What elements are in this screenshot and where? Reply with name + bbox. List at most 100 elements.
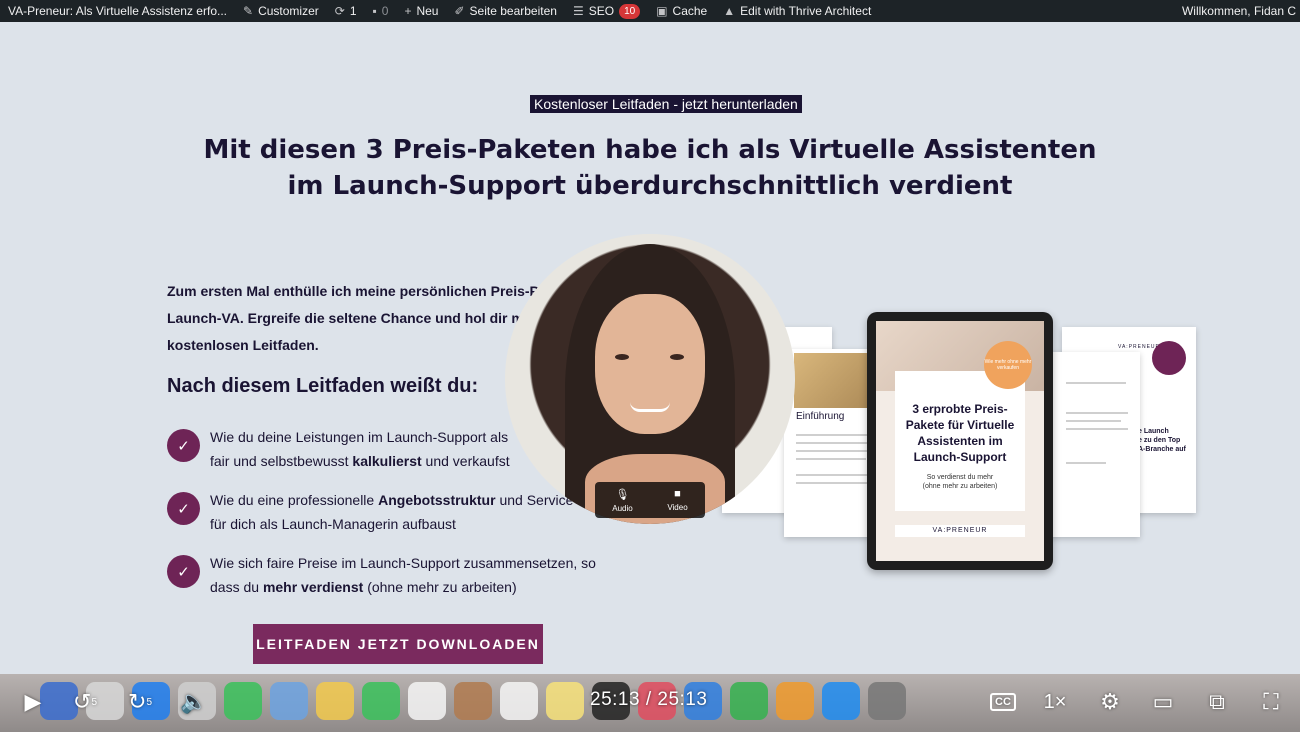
updates-link[interactable]: ⟳ 1 [327,0,365,22]
benefit-line: Wie sich faire Preise im Launch-Support … [210,555,596,571]
benefit-text: Wie sich faire Preise im Launch-Support … [210,551,596,599]
text-line [1066,428,1128,430]
theater-icon: ▭ [1152,689,1174,714]
theater-mode-button[interactable]: ▭ [1148,685,1178,719]
settings-button[interactable]: ⚙ [1096,685,1124,719]
benefit-span: Wie du eine professionelle [210,492,379,508]
webcam-controls: 🎙 Audio ■ Video [595,482,705,518]
plus-icon: + [404,4,412,18]
download-button[interactable]: LEITFADEN JETZT DOWNLOADEN [253,624,543,664]
seo-link[interactable]: ☰ SEO 10 [565,0,648,22]
promo-line: A-Branche auf [1138,446,1186,453]
volume-button[interactable]: 🔈 [178,685,210,719]
check-icon: ✓ [167,492,200,525]
rewind-seconds: 5 [91,696,97,708]
benefit-line: dass du mehr verdienst (ohne mehr zu arb… [210,575,596,599]
round-badge [1152,341,1186,375]
webcam-eye [670,354,684,360]
benefit-text: Wie du deine Leistungen im Launch-Suppor… [210,425,510,473]
cover-subtitle-line: (ohne mehr zu arbeiten) [922,483,998,490]
comment-icon: ▪ [372,4,377,18]
captions-button[interactable]: CC [988,685,1018,719]
greeting-label: Willkommen, Fidan C [1181,4,1296,18]
benefits-heading: Nach diesem Leitfaden weißt du: [167,375,479,397]
cache-icon: ▣ [656,4,668,18]
customizer-link[interactable]: ✎ Customizer [235,0,327,22]
thrive-link[interactable]: ▲ Edit with Thrive Architect [715,0,879,22]
rewind-button[interactable]: ↺ 5 [70,685,100,719]
forward-button[interactable]: ↻ 5 [125,685,155,719]
playback-time: 25:13 / 25:13 [590,689,708,710]
forward-icon: ↻ [128,689,147,714]
new-label: Neu [416,4,439,18]
list-item: ✓ Wie sich faire Preise im Launch-Suppor… [167,551,617,599]
benefit-span: und verkaufst [421,453,510,469]
play-icon: ▶ [24,689,42,714]
text-line [1066,462,1106,464]
speaker-icon: 🔈 [180,689,208,714]
benefit-span: fair und selbstbewusst [210,453,353,469]
text-line [1066,382,1126,384]
new-link[interactable]: + Neu [396,0,446,22]
benefit-text: Wie du eine professionelle Angebotsstruk… [210,488,573,536]
site-title-link[interactable]: VA-Preneur: Als Virtuelle Assistenz erfo… [0,0,235,22]
pencil-icon: ✐ [454,4,465,18]
refresh-icon: ⟳ [334,4,345,18]
intro-line-2: Launch-VA. Ergreife die seltene Chance u… [167,310,524,326]
seo-icon: ☰ [572,4,584,18]
benefit-bold: Angebotsstruktur [378,492,496,508]
text-line [796,458,866,460]
tablet-screen: 3 erprobte Preis-Pakete für Virtuelle As… [876,321,1044,561]
text-line [1066,420,1121,422]
page-title: Mit diesen 3 Preis-Paketen habe ich als … [200,132,1100,204]
fullscreen-button[interactable]: ⛶ [1256,685,1286,719]
fullscreen-icon: ⛶ [1263,689,1279,714]
brush-icon: ✎ [243,4,254,18]
benefit-line: Wie du deine Leistungen im Launch-Suppor… [210,429,509,445]
cover-subtitle: So verdienst du mehr (ohne mehr zu arbei… [895,473,1025,491]
play-button[interactable]: ▶ [20,685,46,719]
document-promo: e Launch e zu den Top A-Branche auf [1138,427,1186,454]
benefit-line: für dich als Launch-Managerin aufbaust [210,516,456,532]
webcam-face [595,294,705,434]
landing-page: Kostenloser Leitfaden - jetzt herunterla… [0,22,1300,674]
miniplayer-button[interactable]: ⧉ [1202,685,1232,719]
headline-line-2: im Launch-Support überdurchschnittlich v… [287,171,1013,201]
benefit-bold: mehr verdienst [262,579,364,595]
promo-line: e zu den Top [1138,437,1181,444]
cache-link[interactable]: ▣ Cache [648,0,715,22]
cache-label: Cache [672,4,708,18]
camera-icon: ■ [674,488,681,500]
updates-count: 1 [349,4,357,18]
webcam-overlay[interactable] [505,234,795,524]
forward-seconds: 5 [146,696,152,708]
benefit-line: fair und selbstbewusst kalkulierst und v… [210,449,510,473]
video-label: Video [667,503,688,512]
intro-line-1: Zum ersten Mal enthülle ich meine persön… [167,283,539,299]
benefit-bold: kalkulierst [352,453,422,469]
cover-title: 3 erprobte Preis-Pakete für Virtuelle As… [905,402,1015,464]
captions-icon: CC [990,693,1016,711]
cover-card: 3 erprobte Preis-Pakete für Virtuelle As… [895,371,1025,511]
customizer-label: Customizer [258,4,319,18]
thrive-label: Edit with Thrive Architect [740,4,872,18]
headline-line-1: Mit diesen 3 Preis-Paketen habe ich als … [203,135,1097,165]
promo-line: e Launch [1138,428,1169,435]
tablet-mockup: 3 erprobte Preis-Pakete für Virtuelle As… [867,312,1053,570]
speed-button[interactable]: 1× [1042,685,1068,719]
edit-page-link[interactable]: ✐ Seite bearbeiten [446,0,564,22]
account-menu[interactable]: Willkommen, Fidan C [1174,0,1300,22]
gear-icon: ⚙ [1100,689,1120,714]
text-line [796,482,871,484]
text-line [1066,412,1128,414]
seo-label: SEO [588,4,615,18]
benefit-span: (ohne mehr zu arbeiten) [363,579,517,595]
webcam-eye [615,354,629,360]
comments-link[interactable]: ▪ 0 [365,0,397,22]
audio-button[interactable]: 🎙 Audio [595,482,650,518]
video-button[interactable]: ■ Video [650,482,705,518]
text-line [796,442,876,444]
benefit-span: dass du [210,579,263,595]
document-page [1050,352,1140,537]
benefit-line: Wie du eine professionelle Angebotsstruk… [210,488,573,512]
